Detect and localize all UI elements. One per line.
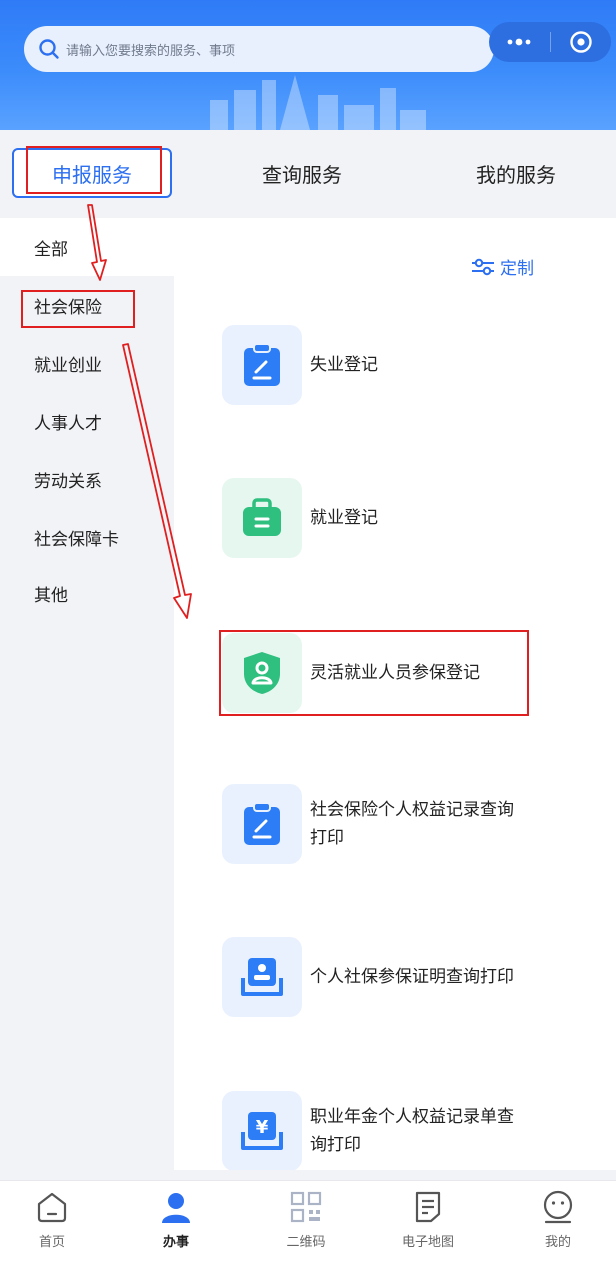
nav-e-map[interactable]: 电子地图 [378,1189,478,1259]
nav-services[interactable]: 办事 [126,1189,226,1259]
nav-label: 首页 [38,1235,65,1250]
header: 请输入您要搜索的服务、事项 [0,0,616,130]
service-icon-tile: ¥ [222,1091,302,1170]
sidebar-item-label: 人事人才 [34,413,102,434]
service-label: 职业年金个人权益记录单查询打印 [310,1107,514,1155]
service-item-employment-registration[interactable]: 就业登记 [222,477,602,559]
service-item-occupational-annuity-record-print[interactable]: ¥ 职业年金个人权益记录单查询打印 [222,1090,602,1170]
document-icon [410,1189,446,1225]
service-icon-tile [222,478,302,558]
tab-label: 查询服务 [262,162,342,187]
sidebar-item-labor-relations[interactable]: 劳动关系 [0,450,174,508]
sidebar-item-all[interactable]: 全部 [0,218,174,276]
smile-icon [540,1189,576,1225]
target-circle-icon [570,31,592,53]
category-sidebar: 全部 社会保险 就业创业 人事人才 劳动关系 社会保障卡 其他 [0,218,174,1178]
highlight-box-social-insurance [21,290,135,328]
id-card-icon [241,958,283,996]
nav-label: 办事 [162,1235,189,1250]
tab-my-services[interactable]: 我的服务 [436,148,596,198]
more-button[interactable] [489,22,550,62]
nav-label: 二维码 [286,1235,326,1250]
nav-home[interactable]: 首页 [2,1189,102,1259]
sidebar-item-employment[interactable]: 就业创业 [0,334,174,392]
service-item-unemployment-registration[interactable]: 失业登记 [222,324,602,406]
service-item-social-insurance-record-print[interactable]: 社会保险个人权益记录查询打印 [222,783,602,865]
home-icon [34,1189,70,1225]
sliders-icon [472,258,494,275]
service-label: 社会保险个人权益记录查询打印 [310,800,514,848]
bottom-navigation: 首页 办事 二维码 电子地图 我的 [0,1180,616,1266]
sidebar-item-other[interactable]: 其他 [0,564,174,622]
customize-button[interactable]: 定制 [470,254,534,279]
highlight-box-flexible-employment [219,630,529,716]
clipboard-edit-icon [244,802,280,845]
sidebar-item-label: 全部 [34,239,68,260]
clipboard-edit-icon [244,343,280,386]
service-item-insurance-certificate-print[interactable]: 个人社保参保证明查询打印 [222,936,602,1018]
tab-label: 我的服务 [476,162,556,187]
more-dots-icon [507,38,531,46]
yuan-document-icon: ¥ [241,1112,283,1150]
sidebar-item-social-security-card[interactable]: 社会保障卡 [0,508,174,566]
nav-label: 电子地图 [401,1235,454,1250]
search-input[interactable]: 请输入您要搜索的服务、事项 [24,26,494,72]
close-miniprogram-button[interactable] [551,22,612,62]
nav-qr-code[interactable]: 二维码 [256,1189,356,1259]
highlight-box-declare-tab [26,146,162,194]
svg-text:¥: ¥ [256,1117,269,1138]
service-icon-tile [222,784,302,864]
sidebar-item-label: 就业创业 [34,355,102,376]
search-icon [39,39,59,59]
sidebar-item-label: 社会保障卡 [34,529,119,550]
service-icon-tile [222,937,302,1017]
person-icon [158,1189,194,1225]
customize-label: 定制 [500,259,534,279]
sidebar-item-label: 劳动关系 [34,471,102,492]
service-label: 就业登记 [310,508,378,528]
nav-label: 我的 [544,1235,571,1250]
miniprogram-capsule [489,22,611,62]
nav-mine[interactable]: 我的 [508,1189,608,1259]
service-label: 个人社保参保证明查询打印 [310,967,514,987]
sidebar-item-personnel-talent[interactable]: 人事人才 [0,392,174,450]
sidebar-item-label: 其他 [34,585,68,606]
service-icon-tile [222,325,302,405]
service-label: 失业登记 [310,355,378,375]
qr-code-icon [288,1189,324,1225]
search-placeholder: 请输入您要搜索的服务、事项 [66,43,236,59]
city-skyline-decoration [210,75,426,130]
tab-query-services[interactable]: 查询服务 [222,148,382,198]
briefcase-icon [243,498,281,536]
